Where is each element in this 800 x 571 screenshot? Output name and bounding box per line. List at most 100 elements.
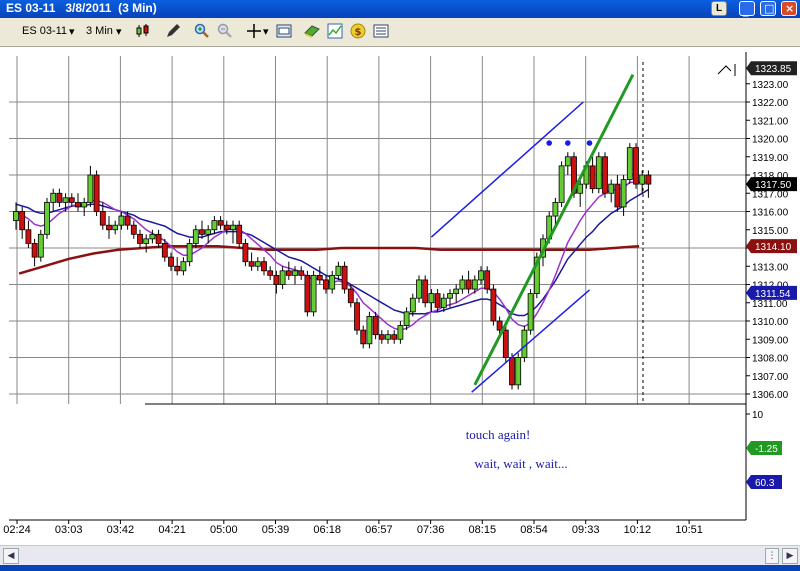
price-chart[interactable]: 1306.00 1307.00 1308.00 1309.00 1310.00 1311.… — [0, 0, 800, 571]
candle-body — [471, 279, 478, 290]
price-tick-label: 1307.00 — [752, 372, 789, 383]
indicator-tick-label: 10 — [752, 410, 764, 421]
time-tick-label: 03:03 — [55, 524, 83, 536]
drawing-tools — [430, 73, 635, 393]
candle-body — [447, 293, 453, 299]
time-tick-label: 06:57 — [365, 524, 393, 536]
candle-body — [99, 211, 106, 226]
candle-body — [292, 270, 298, 276]
candle-body — [602, 156, 608, 194]
scroll-thumb[interactable]: ⋮ — [765, 548, 779, 564]
time-tick-label: 10:51 — [675, 524, 703, 536]
time-axis: 02:24 03:03 03:42 04:21 05:00 05:39 06:18 06:57… — [3, 519, 746, 536]
time-tick-label: 10:12 — [624, 524, 652, 536]
candle-body — [639, 174, 646, 185]
scroll-right-button[interactable]: ▶ — [782, 548, 798, 564]
candle-body — [143, 238, 150, 244]
candle-body — [323, 279, 329, 290]
candle-body — [521, 329, 528, 358]
price-label-text: 1317.50 — [755, 180, 792, 191]
price-tick-label: 1321.00 — [752, 116, 789, 127]
price-tick-label: 1308.00 — [752, 354, 789, 365]
time-tick-label: 03:42 — [107, 524, 135, 536]
candle-body — [595, 156, 602, 190]
candle-body — [490, 288, 497, 322]
price-tick-label: 1316.00 — [752, 208, 789, 219]
ma-red-line — [18, 244, 640, 275]
candle-body — [217, 220, 224, 226]
candles — [13, 143, 652, 390]
candle-body — [130, 224, 137, 235]
candle-body — [347, 288, 354, 304]
signal-dot — [586, 140, 593, 146]
candle-body — [608, 183, 615, 194]
candle-body — [174, 265, 181, 272]
candle-body — [168, 256, 174, 267]
candle-body — [242, 243, 249, 263]
candle-body — [230, 224, 236, 231]
candle-body — [137, 233, 143, 244]
candle-body — [440, 297, 447, 308]
candle-body — [81, 201, 88, 208]
price-tick-label: 1315.00 — [752, 226, 789, 237]
candle-body — [44, 201, 50, 235]
candle-body — [316, 274, 323, 281]
candle-body — [360, 329, 367, 345]
candle-body — [378, 334, 385, 340]
candle-body — [372, 316, 379, 336]
candle-body — [50, 192, 57, 203]
candle-body — [502, 329, 509, 358]
candle-body — [186, 243, 193, 263]
candle-body — [385, 334, 391, 340]
candle-body — [341, 265, 348, 290]
candle-body — [304, 274, 311, 313]
candle-body — [180, 261, 187, 272]
scroll-left-button[interactable]: ◀ — [3, 548, 19, 564]
candle-body — [161, 243, 168, 258]
time-tick-label: 07:36 — [417, 524, 445, 536]
candle-body — [589, 165, 596, 190]
ma-red — [18, 244, 640, 275]
candle-body — [614, 183, 621, 208]
candle-body — [397, 325, 404, 340]
time-tick-label: 05:00 — [210, 524, 238, 536]
candle-body — [564, 156, 571, 167]
indicator-label-text: -1.25 — [755, 444, 778, 455]
time-tick-label: 02:24 — [3, 524, 31, 536]
candle-body — [409, 297, 416, 313]
candle-body — [192, 229, 199, 244]
candle-body — [223, 224, 230, 231]
time-tick-label: 04:21 — [158, 524, 186, 536]
price-tick-label: 1309.00 — [752, 335, 789, 346]
chart-grid — [9, 56, 746, 404]
candle-body — [19, 211, 26, 231]
candle-body — [248, 261, 255, 267]
candle-body — [633, 147, 639, 185]
candle-body — [620, 179, 627, 208]
candle-body — [459, 279, 466, 290]
candle-body — [149, 233, 156, 240]
candle-body — [261, 261, 267, 272]
candle-body — [645, 174, 652, 185]
candle-body — [496, 320, 503, 331]
candle-body — [155, 233, 162, 244]
price-tick-label: 1306.00 — [752, 390, 789, 401]
time-tick-label: 08:15 — [469, 524, 497, 536]
candle-body — [478, 270, 484, 281]
candle-body — [453, 288, 460, 295]
candle-body — [199, 229, 205, 235]
candle-body — [93, 174, 100, 212]
price-label-text: 1314.10 — [755, 242, 792, 253]
price-tick-label: 1310.00 — [752, 317, 789, 328]
annotation-touch-again: touch again! — [466, 427, 531, 442]
candle-body — [205, 229, 212, 235]
horizontal-scrollbar[interactable]: ◀ ⋮ ▶ — [0, 545, 800, 566]
candle-body — [434, 293, 441, 308]
time-tick-label: 06:18 — [313, 524, 341, 536]
indicator-panel: 10 -1.25 60.3 — [746, 410, 782, 489]
candle-body — [527, 293, 534, 331]
price-tick-label: 1311.00 — [752, 299, 788, 310]
candle-body — [428, 293, 435, 304]
candle-body — [62, 197, 69, 203]
candle-body — [416, 279, 422, 299]
